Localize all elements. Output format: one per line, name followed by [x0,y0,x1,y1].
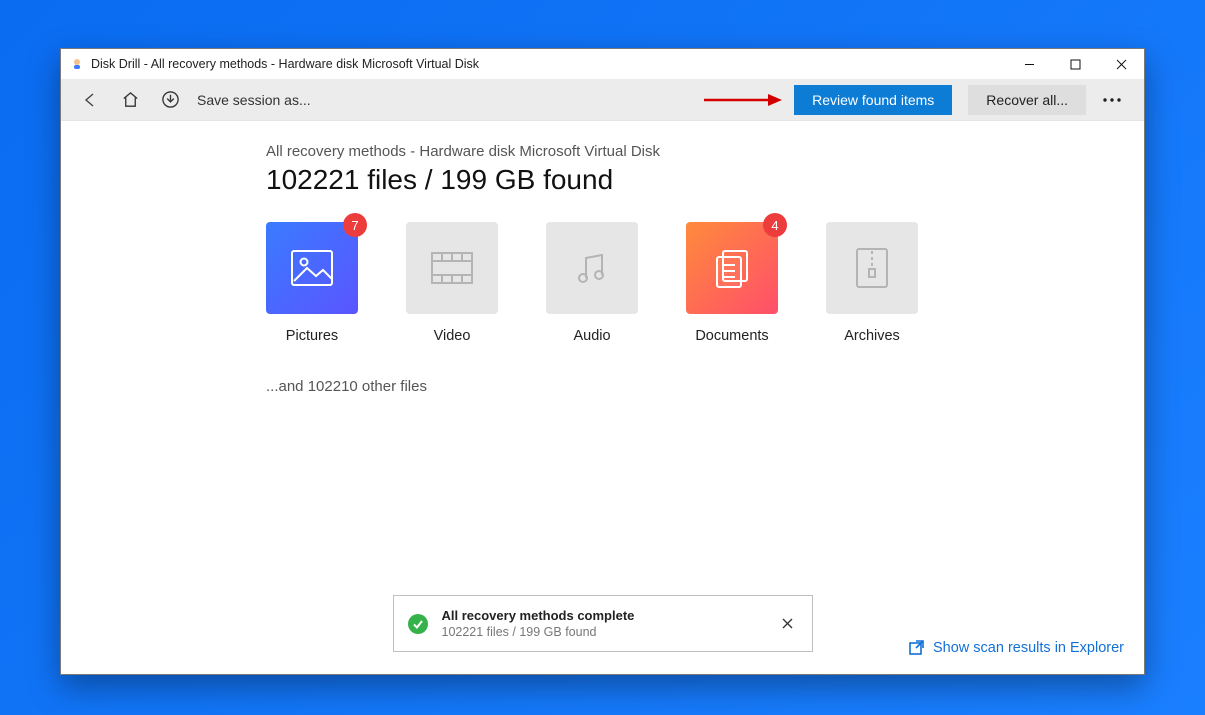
show-in-explorer-label: Show scan results in Explorer [933,640,1124,656]
minimize-button[interactable] [1006,49,1052,79]
scan-path: All recovery methods - Hardware disk Mic… [266,143,986,160]
category-archives[interactable]: Archives [826,222,918,344]
app-window: Disk Drill - All recovery methods - Hard… [60,48,1145,675]
save-session-label[interactable]: Save session as... [197,92,311,108]
category-audio[interactable]: Audio [546,222,638,344]
close-button[interactable] [1098,49,1144,79]
toast-close-button[interactable] [778,614,798,634]
documents-badge: 4 [763,213,787,237]
pictures-label: Pictures [286,328,338,344]
maximize-button[interactable] [1052,49,1098,79]
review-found-items-button[interactable]: Review found items [794,85,952,115]
back-button[interactable] [73,83,107,117]
save-session-icon[interactable] [153,83,187,117]
content-area: All recovery methods - Hardware disk Mic… [61,121,1144,674]
category-documents[interactable]: 4 Documents [686,222,778,344]
category-row: 7 Pictures Video Audio [266,222,986,344]
video-label: Video [434,328,471,344]
category-video[interactable]: Video [406,222,498,344]
recover-all-button[interactable]: Recover all... [968,85,1086,115]
titlebar: Disk Drill - All recovery methods - Hard… [61,49,1144,79]
pictures-icon [266,222,358,314]
completion-toast: All recovery methods complete 102221 fil… [393,595,813,652]
window-title: Disk Drill - All recovery methods - Hard… [91,57,1006,71]
category-pictures[interactable]: 7 Pictures [266,222,358,344]
video-icon [406,222,498,314]
more-menu-button[interactable] [1092,83,1132,117]
more-files-text: ...and 102210 other files [266,378,986,395]
documents-label: Documents [695,328,768,344]
scan-summary: 102221 files / 199 GB found [266,164,986,196]
check-icon [408,614,428,634]
toolbar: Save session as... Review found items Re… [61,79,1144,121]
show-in-explorer-link[interactable]: Show scan results in Explorer [908,639,1124,656]
toast-subtitle: 102221 files / 199 GB found [442,625,778,639]
archives-icon [826,222,918,314]
app-icon [69,56,85,72]
documents-icon [686,222,778,314]
toast-title: All recovery methods complete [442,608,778,623]
audio-icon [546,222,638,314]
pictures-badge: 7 [343,213,367,237]
archives-label: Archives [844,328,900,344]
home-button[interactable] [113,83,147,117]
audio-label: Audio [573,328,610,344]
annotation-arrow [702,90,782,110]
